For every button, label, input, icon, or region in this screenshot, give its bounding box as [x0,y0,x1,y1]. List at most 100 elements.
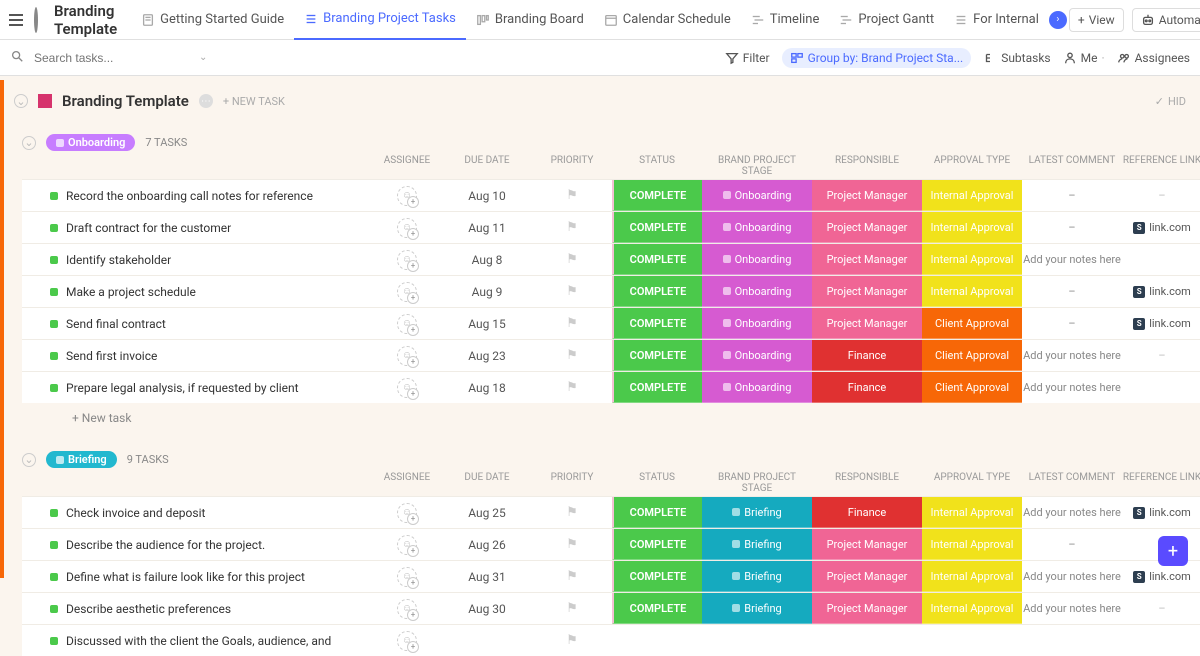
comment-cell[interactable]: – [1022,189,1122,202]
approval-cell[interactable]: Internal Approval [922,212,1022,243]
task-row[interactable]: Make a project schedule ☺ Aug 9 ⚑ COMPLE… [22,275,1200,307]
approval-cell[interactable]: Internal Approval [922,561,1022,592]
stage-cell[interactable]: Briefing [702,593,812,624]
task-status-dot[interactable] [50,224,58,232]
task-row[interactable]: Identify stakeholder ☺ Aug 8 ⚑ COMPLETE … [22,243,1200,275]
task-status-dot[interactable] [50,256,58,264]
status-cell[interactable]: COMPLETE [612,180,702,211]
assignee-add-icon[interactable]: ☺ [397,535,417,555]
new-task-link[interactable]: + NEW TASK [223,95,285,108]
collapse-group-icon[interactable]: ⌄ [22,453,36,467]
column-header[interactable]: REFERENCE LINK [1122,155,1200,177]
tab-for-internal[interactable]: For Internal [944,0,1049,40]
status-cell[interactable]: COMPLETE [612,308,702,339]
column-header[interactable]: PRIORITY [532,155,612,177]
stage-cell[interactable]: Briefing [702,529,812,560]
stage-cell[interactable]: Onboarding [702,340,812,371]
priority-flag-icon[interactable]: ⚑ [566,633,578,648]
assignee-add-icon[interactable]: ☺ [397,378,417,398]
stage-cell[interactable]: Briefing [702,561,812,592]
responsible-cell[interactable]: Project Manager [812,276,922,307]
column-header[interactable]: APPROVAL TYPE [922,472,1022,494]
column-header[interactable]: ASSIGNEE [372,472,442,494]
responsible-cell[interactable]: Project Manager [812,212,922,243]
tab-branding-board[interactable]: Branding Board [466,0,594,40]
comment-cell[interactable]: Add your notes here [1022,253,1122,266]
subtasks-button[interactable]: Subtasks [983,51,1050,65]
approval-cell[interactable]: Internal Approval [922,497,1022,528]
priority-flag-icon[interactable]: ⚑ [566,188,578,203]
task-status-dot[interactable] [50,352,58,360]
group-pill[interactable]: Briefing [46,451,117,468]
responsible-cell[interactable]: Project Manager [812,593,922,624]
search-dropdown-chevron[interactable]: ⌄ [199,52,207,63]
task-row[interactable]: Check invoice and deposit ☺ Aug 25 ⚑ COM… [22,496,1200,528]
reference-cell[interactable]: Slink.com [1122,221,1200,234]
responsible-cell[interactable]: Project Manager [812,180,922,211]
assignee-add-icon[interactable]: ☺ [397,567,417,587]
assignee-add-icon[interactable]: ☺ [397,631,417,651]
stage-cell[interactable]: Onboarding [702,276,812,307]
tab-branding-tasks[interactable]: Branding Project Tasks [294,0,466,40]
group-pill[interactable]: Onboarding [46,134,135,151]
stage-cell[interactable]: Onboarding [702,372,812,403]
column-header[interactable]: DUE DATE [442,472,532,494]
column-header[interactable]: LATEST COMMENT [1022,155,1122,177]
approval-cell[interactable]: Internal Approval [922,529,1022,560]
me-button[interactable]: Me · [1063,51,1105,65]
priority-flag-icon[interactable]: ⚑ [566,316,578,331]
task-status-dot[interactable] [50,288,58,296]
group-by-button[interactable]: Group by: Brand Project Sta... [782,48,972,68]
reference-cell[interactable]: – [1122,602,1200,615]
task-row[interactable]: Describe the audience for the project. ☺… [22,528,1200,560]
approval-cell[interactable]: Client Approval [922,372,1022,403]
status-cell[interactable]: COMPLETE [612,593,702,624]
task-status-dot[interactable] [50,320,58,328]
reference-cell[interactable]: – [1122,349,1200,362]
priority-flag-icon[interactable]: ⚑ [566,537,578,552]
priority-flag-icon[interactable]: ⚑ [566,252,578,267]
due-date-cell[interactable]: Aug 26 [442,538,532,552]
assignees-button[interactable]: Assignees [1117,51,1190,65]
task-status-dot[interactable] [50,605,58,613]
comment-cell[interactable]: – [1022,317,1122,330]
hide-button[interactable]: ✓ HID [1155,95,1186,108]
responsible-cell[interactable]: Finance [812,372,922,403]
comment-cell[interactable]: – [1022,538,1122,551]
approval-cell[interactable]: Internal Approval [922,244,1022,275]
responsible-cell[interactable]: Finance [812,340,922,371]
task-status-dot[interactable] [50,192,58,200]
stage-cell[interactable]: Onboarding [702,308,812,339]
tab-calendar[interactable]: Calendar Schedule [594,0,741,40]
tab-getting-started[interactable]: Getting Started Guide [131,0,294,40]
assignee-add-icon[interactable]: ☺ [397,503,417,523]
due-date-cell[interactable]: Aug 23 [442,349,532,363]
task-row[interactable]: Record the onboarding call notes for ref… [22,179,1200,211]
filter-button[interactable]: Filter [725,51,770,65]
task-status-dot[interactable] [50,541,58,549]
menu-icon[interactable] [6,9,26,31]
comment-cell[interactable]: – [1022,221,1122,234]
assignee-add-icon[interactable]: ☺ [397,346,417,366]
assignee-add-icon[interactable]: ☺ [397,282,417,302]
column-header[interactable]: BRAND PROJECT STAGE [702,155,812,177]
comment-cell[interactable]: Add your notes here [1022,602,1122,615]
column-header[interactable]: LATEST COMMENT [1022,472,1122,494]
task-status-dot[interactable] [50,509,58,517]
due-date-cell[interactable]: Aug 9 [442,285,532,299]
approval-cell[interactable]: Client Approval [922,308,1022,339]
approval-cell[interactable]: Client Approval [922,340,1022,371]
assignee-add-icon[interactable]: ☺ [397,218,417,238]
column-header[interactable]: BRAND PROJECT STAGE [702,472,812,494]
approval-cell[interactable]: Internal Approval [922,276,1022,307]
column-header[interactable]: STATUS [612,472,702,494]
new-task-row[interactable]: + New task [22,403,1200,433]
assignee-add-icon[interactable]: ☺ [397,599,417,619]
automate-button[interactable]: Automate [1132,8,1200,32]
due-date-cell[interactable]: Aug 30 [442,602,532,616]
reference-cell[interactable]: Slink.com [1122,285,1200,298]
due-date-cell[interactable]: Aug 11 [442,221,532,235]
status-cell[interactable]: COMPLETE [612,372,702,403]
due-date-cell[interactable]: Aug 10 [442,189,532,203]
status-cell[interactable]: COMPLETE [612,244,702,275]
